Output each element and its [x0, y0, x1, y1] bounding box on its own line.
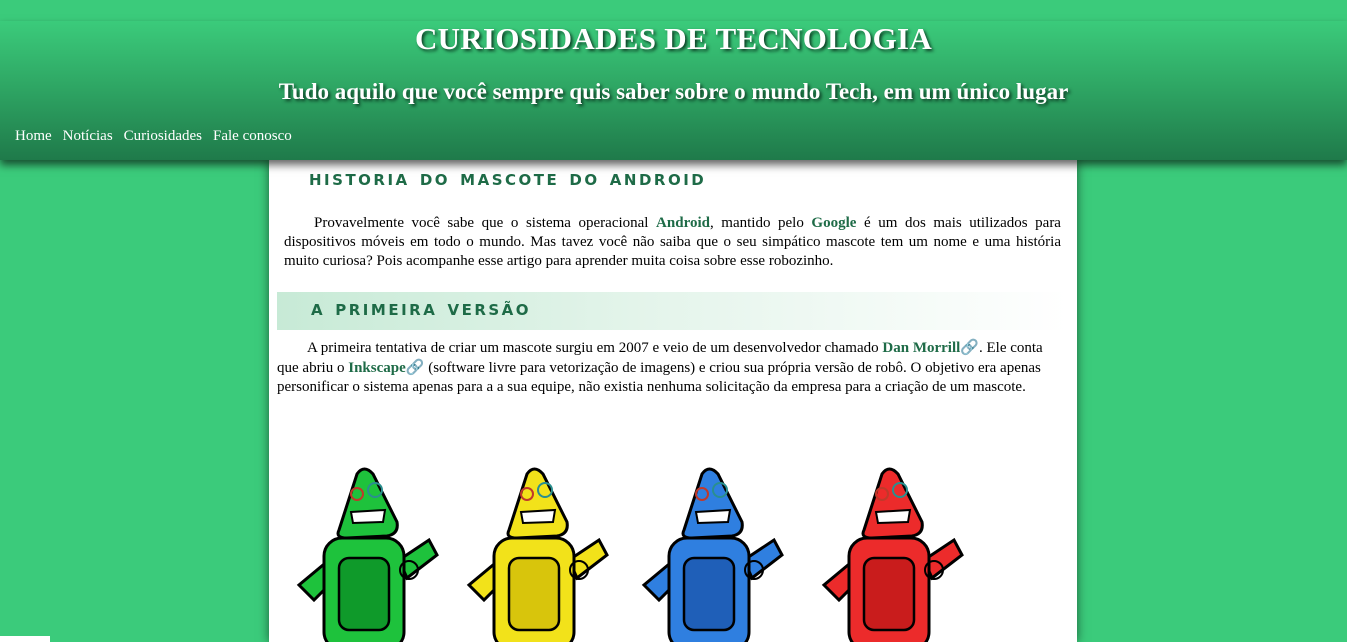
green-robot [296, 467, 439, 642]
nav-home[interactable]: Home [15, 128, 52, 144]
blue-robot [641, 467, 784, 642]
main-nav: Home Notícias Curiosidades Fale conosco [15, 127, 303, 145]
intro-text-1: Provavelmente você sabe que o sistema op… [314, 215, 657, 231]
intro-paragraph: Provavelmente você sabe que o sistema op… [284, 214, 1061, 271]
google-term: Google [811, 215, 857, 231]
bottom-strip [0, 636, 50, 642]
red-robot [821, 467, 964, 642]
paperclip-icon[interactable]: 🔗 [406, 358, 425, 376]
site-header: CURIOSIDADES DE TECNOLOGIA Tudo aquilo q… [0, 21, 1347, 160]
top-strip [0, 0, 1347, 21]
section-header-bar: a primeira versão [277, 292, 1067, 330]
inkscape-link[interactable]: Inkscape [348, 360, 406, 376]
article-title: Historia do mascote do android [309, 166, 707, 191]
nav-noticias[interactable]: Notícias [63, 128, 113, 144]
intro-text-2: , mantido pelo [709, 215, 812, 231]
site-subtitle: Tudo aquilo que você sempre quis saber s… [278, 79, 1069, 104]
section-text-1: A primeira tentativa de criar um mascote… [307, 340, 883, 356]
android-term: Android [656, 215, 710, 231]
yellow-robot [466, 467, 609, 642]
article-container: Historia do mascote do android Provavelm… [269, 160, 1077, 642]
nav-fale-conosco[interactable]: Fale conosco [213, 128, 292, 144]
paperclip-icon[interactable]: 🔗 [960, 338, 979, 356]
dan-morrill-link[interactable]: Dan Morrill [882, 340, 960, 356]
site-title: CURIOSIDADES DE TECNOLOGIA [414, 21, 933, 56]
nav-curiosidades[interactable]: Curiosidades [124, 128, 202, 144]
section-title: a primeira versão [311, 296, 532, 321]
section-paragraph: A primeira tentativa de criar um mascote… [277, 338, 1062, 397]
android-mascot-image [296, 467, 964, 642]
